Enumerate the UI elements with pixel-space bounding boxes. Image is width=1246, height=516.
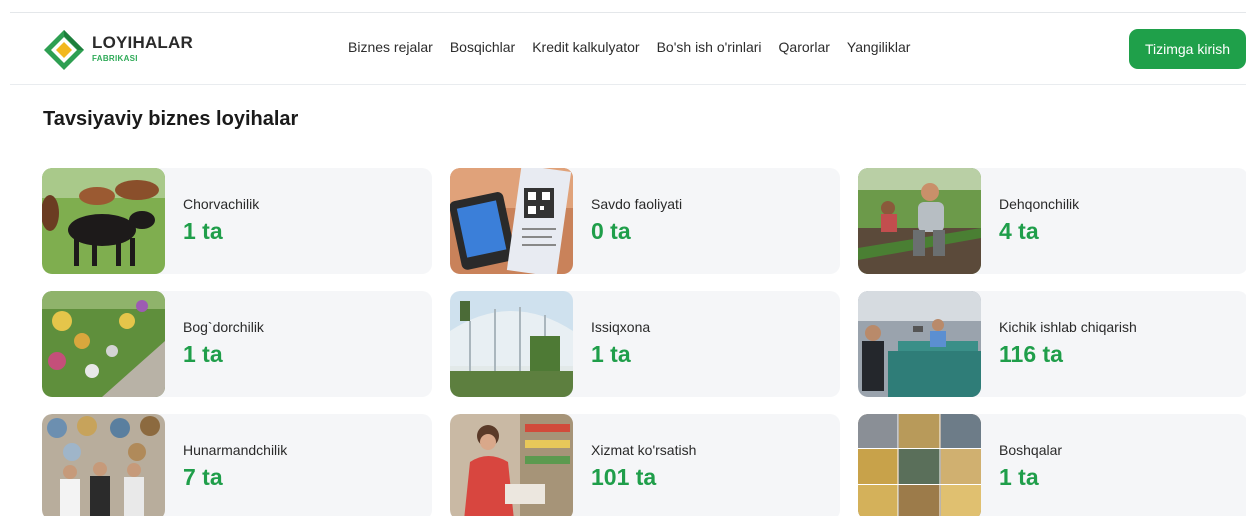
card-image-farming [858,168,981,274]
logo-diamond-icon [44,30,84,70]
card-count: 1 ta [591,341,631,367]
logo-title: LOYIHALAR [92,33,193,52]
card-image-livestock [42,168,165,274]
card-count: 0 ta [591,218,631,244]
main-nav: Biznes rejalar Bosqichlar Kredit kalkuly… [348,39,910,55]
login-button[interactable]: Tizimga kirish [1129,29,1246,69]
section-title: Tavsiyaviy biznes loyihalar [43,108,299,130]
nav-link-kredit-kalkulyator[interactable]: Kredit kalkulyator [532,39,639,55]
category-card-savdo-faoliyati[interactable]: Savdo faoliyati 0 ta [450,168,840,274]
card-image-gardening [42,291,165,397]
category-card-issiqxona[interactable]: Issiqxona 1 ta [450,291,840,397]
category-card-dehqonchilik[interactable]: Dehqonchilik 4 ta [858,168,1246,274]
category-card-hunarmandchilik[interactable]: Hunarmandchilik 7 ta [42,414,432,516]
header-divider [10,84,1246,85]
card-label: Xizmat ko'rsatish [591,442,697,458]
card-image-services [450,414,573,516]
card-image-greenhouse [450,291,573,397]
card-label: Issiqxona [591,319,651,335]
nav-link-bosqichlar[interactable]: Bosqichlar [450,39,515,55]
card-label: Bog`dorchilik [183,319,264,335]
category-card-boshqalar[interactable]: Boshqalar 1 ta [858,414,1246,516]
card-label: Dehqonchilik [999,196,1080,212]
category-card-kichik-ishlab-chiqarish[interactable]: Kichik ishlab chiqarish 116 ta [858,291,1246,397]
card-count: 4 ta [999,218,1039,244]
nav-link-bosh-ish-orinlari[interactable]: Bo'sh ish o'rinlari [657,39,762,55]
site-header: LOYIHALAR FABRIKASI Biznes rejalar Bosqi… [0,13,1246,85]
card-count: 1 ta [999,464,1039,490]
card-label: Chorvachilik [183,196,260,212]
card-count: 101 ta [591,464,657,490]
card-image-trade [450,168,573,274]
logo-subtitle: FABRIKASI [92,54,138,63]
card-count: 1 ta [183,218,223,244]
nav-link-qarorlar[interactable]: Qarorlar [779,39,830,55]
card-image-manufacturing [858,291,981,397]
nav-link-yangiliklar[interactable]: Yangiliklar [847,39,911,55]
category-card-chorvachilik[interactable]: Chorvachilik 1 ta [42,168,432,274]
card-count: 7 ta [183,464,223,490]
card-label: Savdo faoliyati [591,196,683,212]
card-label: Hunarmandchilik [183,442,288,458]
logo[interactable]: LOYIHALAR FABRIKASI [42,28,202,72]
category-card-bogdorchilik[interactable]: Bog`dorchilik 1 ta [42,291,432,397]
card-count: 116 ta [999,341,1063,367]
category-card-xizmat-korsatish[interactable]: Xizmat ko'rsatish 101 ta [450,414,840,516]
nav-link-biznes-rejalar[interactable]: Biznes rejalar [348,39,433,55]
card-image-others-collage [858,414,981,516]
card-label: Boshqalar [999,442,1063,458]
card-count: 1 ta [183,341,223,367]
card-image-crafts [42,414,165,516]
card-label: Kichik ishlab chiqarish [999,319,1137,335]
